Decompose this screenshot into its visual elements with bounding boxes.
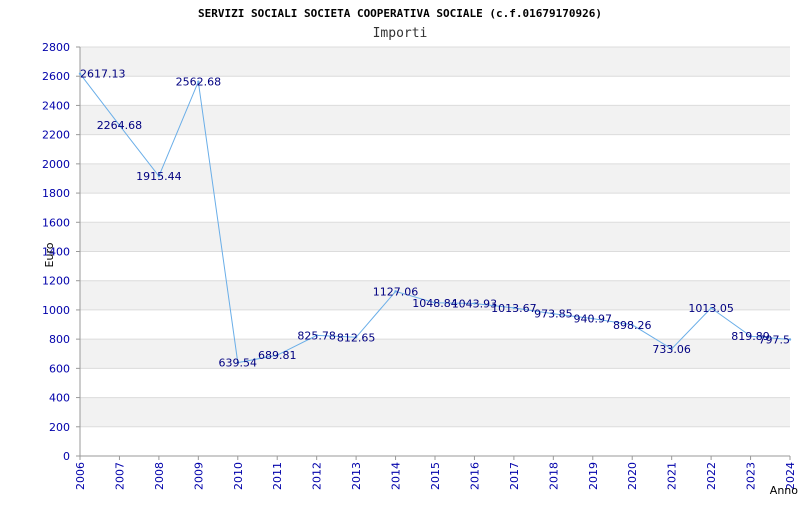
data-label: 689.81 (258, 349, 297, 362)
y-tick-label: 2800 (42, 41, 70, 54)
x-tick-label: 2017 (508, 462, 521, 490)
y-tick-label: 2200 (42, 129, 70, 142)
x-tick-label: 2008 (153, 462, 166, 490)
data-label: 2562.68 (176, 76, 222, 89)
data-label: 1915.44 (136, 170, 182, 183)
y-tick-label: 1000 (42, 304, 70, 317)
data-label: 812.65 (337, 331, 376, 344)
data-label: 898.26 (613, 319, 652, 332)
x-tick-label: 2022 (705, 462, 718, 490)
y-tick-label: 2000 (42, 158, 70, 171)
data-label: 940.97 (574, 313, 613, 326)
y-tick-label: 0 (63, 450, 70, 463)
data-label: 797.5 (759, 334, 791, 347)
x-tick-label: 2013 (350, 462, 363, 490)
x-tick-label: 2007 (113, 462, 126, 490)
chart: 0 200 400 600 800 1000 1200 1400 1600 1800 2000 220… (0, 0, 800, 500)
data-label: 973.85 (534, 308, 573, 321)
grid-band (80, 163, 790, 194)
grid-band (80, 222, 790, 252)
chart-subtitle: Importi (373, 26, 428, 41)
x-tick-label: 2020 (626, 462, 639, 490)
grid-band (80, 397, 790, 427)
x-tick-label: 2006 (74, 462, 87, 490)
x-tick-label: 2021 (666, 462, 679, 490)
data-label: 2617.13 (80, 68, 126, 81)
x-tick-labels: 2006 2007 2008 2009 2010 2011 2012 2013 2014 2015… (74, 462, 797, 490)
data-label: 1013.05 (688, 302, 734, 315)
data-label: 1013.67 (491, 302, 537, 315)
x-tick-label: 2023 (745, 462, 758, 490)
x-tick-label: 2014 (390, 462, 403, 490)
x-tick-label: 2019 (587, 462, 600, 490)
data-label: 733.06 (652, 343, 691, 356)
x-tick-label: 2010 (232, 462, 245, 490)
data-label: 825.78 (297, 329, 336, 342)
y-tick-label: 2600 (42, 70, 70, 83)
grid-band (80, 47, 790, 77)
x-axis-label: Anno (770, 484, 798, 497)
y-tick-label: 400 (49, 392, 70, 405)
data-label: 639.54 (219, 357, 258, 370)
x-tick-label: 2015 (429, 462, 442, 490)
y-tick-label: 200 (49, 421, 70, 434)
y-tick-label: 1600 (42, 216, 70, 229)
grid-bands (80, 47, 790, 427)
y-tick-label: 2400 (42, 99, 70, 112)
chart-title: SERVIZI SOCIALI SOCIETA COOPERATIVA SOCI… (198, 7, 602, 20)
y-axis-label: Euro (43, 242, 56, 267)
data-label: 2264.68 (97, 119, 143, 132)
chart-svg: 0200400600800100012001400160018002000220… (42, 7, 798, 497)
x-tick-label: 2012 (311, 462, 324, 490)
y-tick-label: 1200 (42, 275, 70, 288)
x-tick-label: 2018 (547, 462, 560, 490)
y-tick-label: 1800 (42, 187, 70, 200)
x-tick-label: 2016 (468, 462, 481, 490)
y-tick-label: 600 (49, 362, 70, 375)
x-tick-label: 2011 (271, 462, 284, 490)
y-tick-label: 800 (49, 333, 70, 346)
x-tick-label: 2009 (192, 462, 205, 490)
